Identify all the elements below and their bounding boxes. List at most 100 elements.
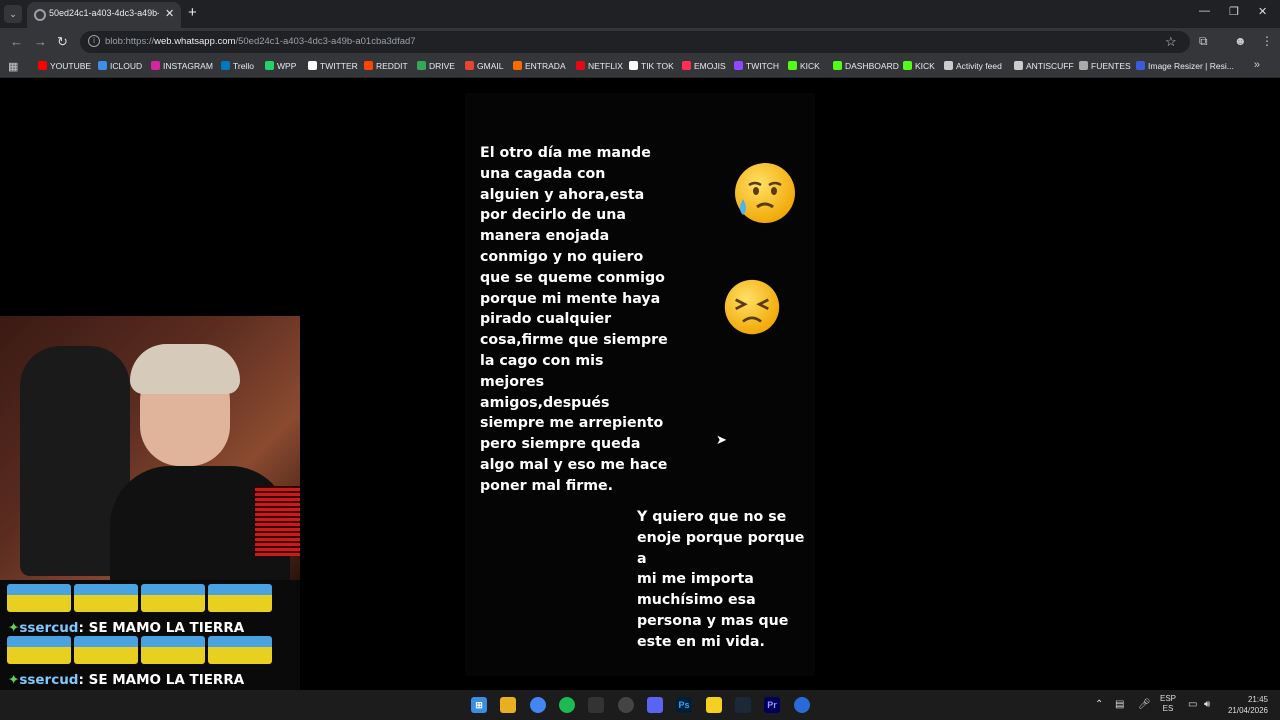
bookmark-label: TWITCH (746, 61, 780, 71)
bookmark-dashboard[interactable]: DASHBOARD (833, 61, 899, 71)
obs-icon[interactable] (618, 697, 634, 713)
bookmark-favicon-icon (734, 61, 743, 70)
tab-search-icon[interactable]: ⌄ (4, 5, 22, 23)
bookmark-label: GMAIL (477, 61, 504, 71)
volume-icon[interactable]: 🔊︎ (1204, 699, 1210, 710)
network-icon[interactable]: ▭ (1188, 699, 1197, 710)
story-text-main: El otro día me mande una cagada con algu… (480, 145, 668, 494)
app-icon[interactable] (794, 697, 810, 713)
spotify-icon[interactable] (559, 697, 575, 713)
bookmark-drive[interactable]: DRIVE (417, 61, 455, 71)
premiere-icon[interactable]: Pr (764, 697, 780, 713)
bookmark-tik-tok[interactable]: TIK TOK (629, 61, 674, 71)
bookmark-kick[interactable]: KICK (903, 61, 935, 71)
bookmark-label: TIK TOK (641, 61, 674, 71)
bookmark-kick[interactable]: KICK (788, 61, 820, 71)
bookmark-favicon-icon (1014, 61, 1023, 70)
bookmark-reddit[interactable]: REDDIT (364, 61, 408, 71)
bookmark-emojis[interactable]: EMOJIS (682, 61, 726, 71)
bookmark-favicon-icon (944, 61, 953, 70)
bookmark-favicon-icon (98, 61, 107, 70)
photoshop-icon[interactable]: Ps (676, 697, 692, 713)
bookmark-antiscuff[interactable]: ANTISCUFF (1014, 61, 1074, 71)
start-icon[interactable]: ⊞ (471, 697, 487, 713)
chat-overlay: ✦ssercud: SE MAMO LA TIERRA ✦ssercud: SE… (0, 580, 300, 690)
restore-button[interactable]: ❐ (1229, 5, 1239, 18)
bookmark-star-icon[interactable]: ☆ (1165, 34, 1177, 50)
more-bookmarks-icon[interactable]: » (1254, 59, 1260, 71)
persevering-face-icon (724, 279, 780, 335)
bookmark-label: INSTAGRAM (163, 61, 213, 71)
story-image: El otro día me mande una cagada con algu… (465, 93, 815, 676)
bookmark-favicon-icon (308, 61, 317, 70)
app-icon[interactable] (588, 697, 604, 713)
chrome-icon[interactable] (530, 697, 546, 713)
bookmark-image-resizer-resi[interactable]: Image Resizer | Resi... (1136, 61, 1234, 71)
tray-chevron-icon[interactable]: ⌃ (1095, 699, 1103, 710)
flag-icon[interactable]: ▤ (1115, 699, 1124, 710)
bookmark-twitter[interactable]: TWITTER (308, 61, 358, 71)
minion-emote (208, 584, 272, 612)
bookmark-instagram[interactable]: INSTAGRAM (151, 61, 213, 71)
bookmark-favicon-icon (513, 61, 522, 70)
discord-icon[interactable] (647, 697, 663, 713)
minion-emote (74, 636, 138, 664)
sticky-notes-icon[interactable] (706, 697, 722, 713)
bookmark-label: REDDIT (376, 61, 408, 71)
new-tab-button[interactable]: + (188, 4, 197, 21)
bookmark-label: NETFLIX (588, 61, 623, 71)
chat-message: ✦ssercud: SE MAMO LA TIERRA (8, 620, 245, 636)
bookmark-icloud[interactable]: ICLOUD (98, 61, 142, 71)
menu-icon[interactable]: ⋮ (1261, 34, 1273, 48)
chat-text: SE MAMO LA TIERRA (88, 672, 245, 688)
address-bar[interactable]: i blob:https://web.whatsapp.com/50ed24c1… (80, 31, 1190, 53)
chat-badge-icon: ✦ (8, 672, 20, 688)
steam-icon[interactable] (735, 697, 751, 713)
minion-emote (7, 636, 71, 664)
bookmark-favicon-icon (265, 61, 274, 70)
language-indicator[interactable]: ESP ES (1160, 694, 1176, 714)
tab-close-icon[interactable]: ✕ (165, 7, 174, 20)
chat-username: ssercud (19, 672, 79, 688)
bookmark-fuentes[interactable]: FUENTES (1079, 61, 1131, 71)
tab-active[interactable]: 50ed24c1-a403-4dc3-a49b-a01 ✕ (27, 2, 181, 28)
bookmark-netflix[interactable]: NETFLIX (576, 61, 623, 71)
file-explorer-icon[interactable] (500, 697, 516, 713)
tab-title: 50ed24c1-a403-4dc3-a49b-a01 (49, 8, 159, 18)
bookmark-activity-feed[interactable]: Activity feed (944, 61, 1002, 71)
minimize-button[interactable]: — (1199, 5, 1210, 17)
mic-icon[interactable]: 🎤︎ (1138, 699, 1151, 710)
back-icon[interactable]: ← (10, 34, 23, 49)
chat-text: SE MAMO LA TIERRA (88, 620, 245, 636)
crying-face-icon (735, 163, 795, 223)
url-text[interactable]: blob:https://web.whatsapp.com/50ed24c1-a… (105, 36, 416, 47)
bookmark-favicon-icon (682, 61, 691, 70)
bookmark-label: FUENTES (1091, 61, 1131, 71)
bookmark-trello[interactable]: Trello (221, 61, 254, 71)
bookmark-label: DASHBOARD (845, 61, 899, 71)
reload-icon[interactable]: ↻ (57, 34, 68, 50)
bookmarks-bar: ▦ YOUTUBE ICLOUD INSTAGRAM Trello WPP TWITTER… (0, 56, 1280, 78)
minion-emote (7, 584, 71, 612)
minion-emote (141, 584, 205, 612)
bookmark-wpp[interactable]: WPP (265, 61, 296, 71)
minion-emote (141, 636, 205, 664)
bookmark-twitch[interactable]: TWITCH (734, 61, 779, 71)
bookmark-youtube[interactable]: YOUTUBE (38, 61, 91, 71)
forward-icon[interactable]: → (34, 34, 47, 49)
chat-badge-icon: ✦ (8, 620, 20, 636)
clock[interactable]: 21:45 21/04/2026 (1224, 694, 1268, 716)
bookmark-label: EMOJIS (694, 61, 726, 71)
extensions-icon[interactable]: ⧉ (1199, 34, 1208, 49)
site-info-icon[interactable]: i (88, 35, 100, 47)
emote-row (7, 636, 275, 664)
bookmark-favicon-icon (417, 61, 426, 70)
profile-icon[interactable]: ☻ (1234, 34, 1247, 48)
apps-grid-icon[interactable]: ▦ (8, 60, 20, 73)
bookmark-favicon-icon (364, 61, 373, 70)
bookmark-favicon-icon (1079, 61, 1088, 70)
bookmark-entrada[interactable]: ENTRADA (513, 61, 566, 71)
bookmark-gmail[interactable]: GMAIL (465, 61, 503, 71)
close-window-button[interactable]: ✕ (1258, 5, 1267, 18)
globe-icon (34, 9, 46, 21)
